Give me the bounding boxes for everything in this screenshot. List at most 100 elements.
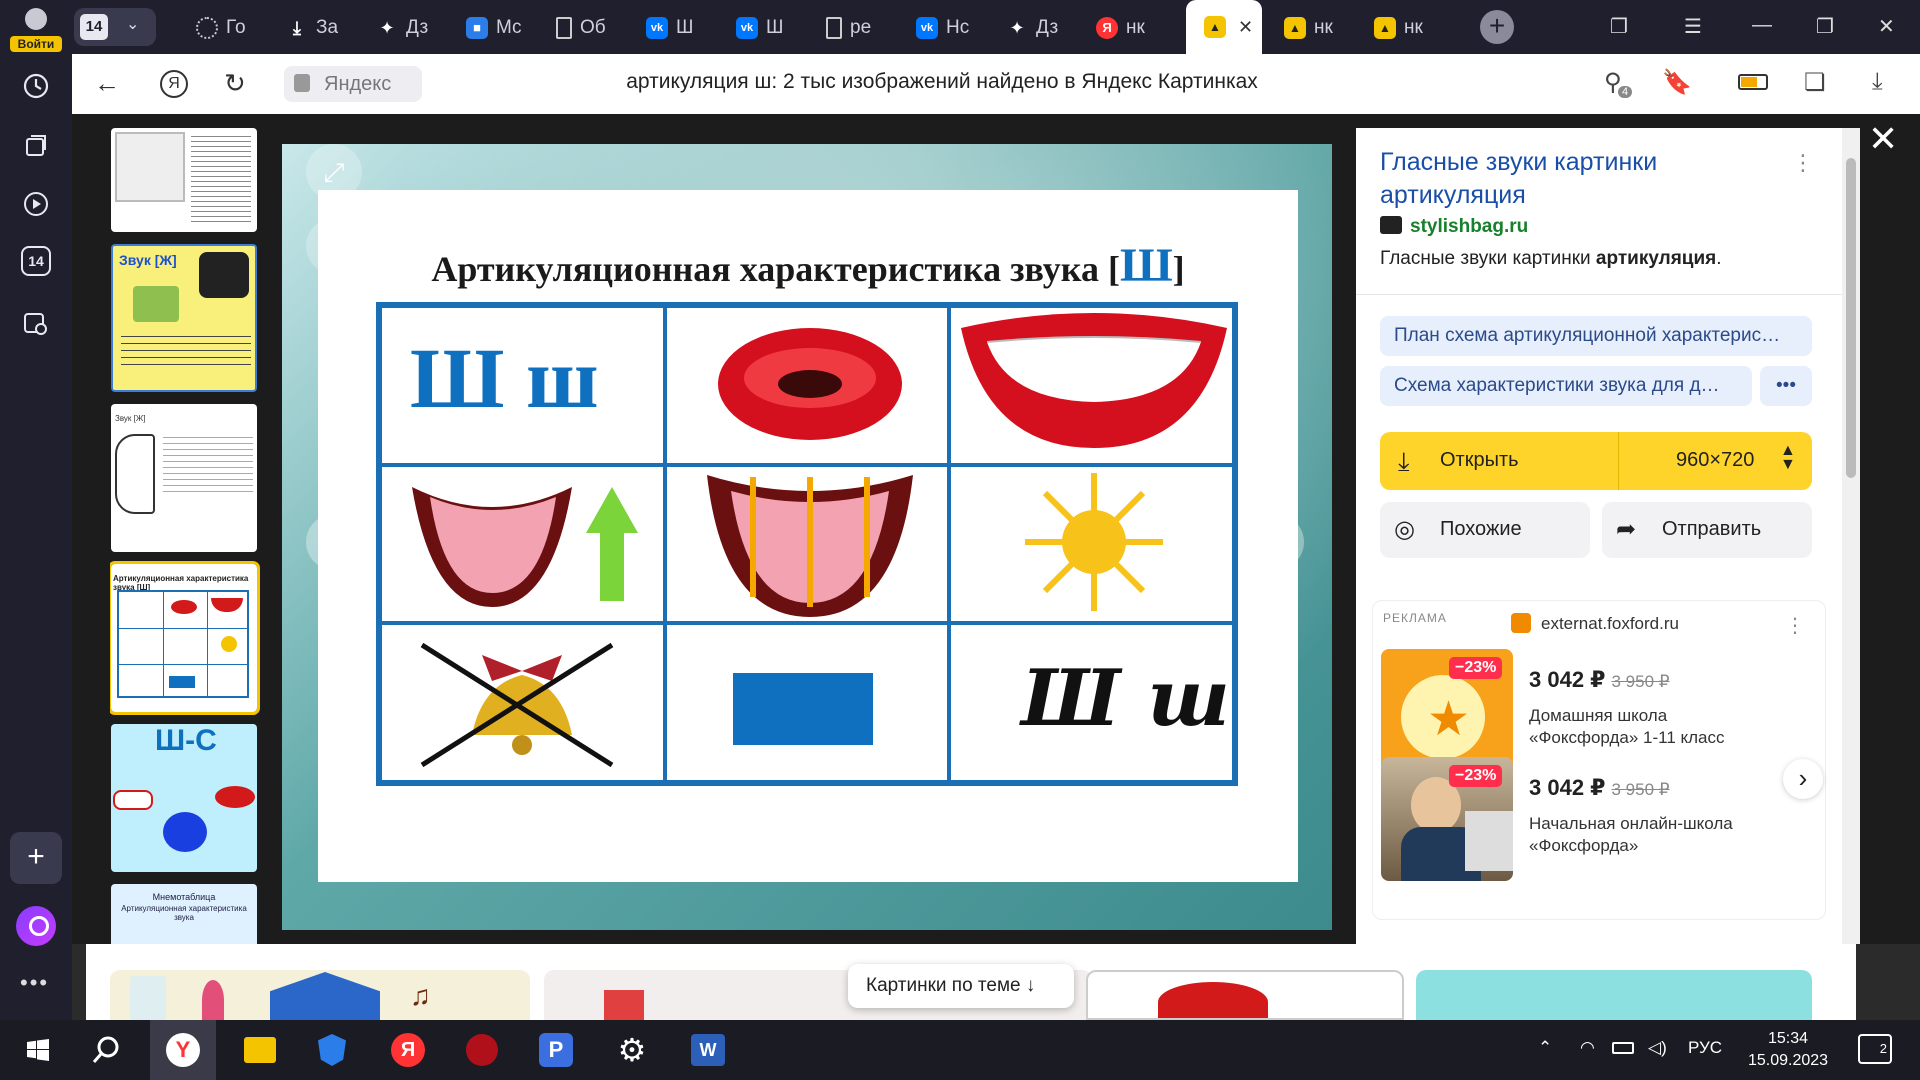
thumbnail-5[interactable]: Ш-С [111, 724, 257, 872]
tab-3[interactable]: ✦ Дз [376, 10, 440, 46]
tab-1[interactable]: Го [196, 10, 260, 46]
thumbnail-1[interactable] [111, 128, 257, 232]
site-pill[interactable]: Яндекс [284, 66, 422, 102]
tab-13[interactable]: ▲ нк [1374, 10, 1438, 46]
history-icon[interactable] [18, 68, 54, 104]
battery-icon[interactable] [1738, 74, 1768, 90]
menu-icon[interactable]: ☰ [1684, 14, 1702, 39]
volume-icon[interactable]: ◁) [1648, 1038, 1667, 1058]
tab-label: нк [1404, 17, 1423, 38]
tab-2[interactable]: ⤓ За [286, 10, 350, 46]
close-window-icon[interactable]: ✕ [1878, 14, 1895, 39]
p-app-icon[interactable]: P [536, 1030, 576, 1070]
crop-icon[interactable]: ⌗ [306, 218, 362, 274]
windows-start-icon[interactable] [18, 1030, 58, 1070]
bookmarks-panel-icon[interactable]: ❐ [1610, 14, 1628, 39]
language-indicator[interactable]: РУС [1688, 1038, 1722, 1058]
more-icon[interactable]: ••• [20, 970, 49, 996]
scrollbar[interactable] [1842, 128, 1860, 944]
cell-blue-rect [664, 623, 950, 782]
defender-icon[interactable] [312, 1030, 352, 1070]
yandex-icon[interactable]: Я [388, 1030, 428, 1070]
ad-more-icon[interactable]: ⋮ [1785, 613, 1805, 638]
tab-9[interactable]: vk Нс [916, 10, 980, 46]
ad-item-2[interactable]: −23% 3 042 ₽ 3 950 ₽ Начальная онлайн-шко… [1381, 757, 1811, 881]
file-explorer-icon[interactable] [240, 1030, 280, 1070]
related-tag-2[interactable]: Схема характеристики звука для д… [1380, 366, 1752, 406]
ad-item-1[interactable]: ★ −23% 3 042 ₽3 950 ₽ Домашняя школа «Фо… [1381, 649, 1811, 773]
play-icon[interactable] [18, 186, 54, 222]
document-icon [556, 16, 572, 39]
tab-12[interactable]: ▲ нк [1284, 10, 1348, 46]
related-tag-1[interactable]: План схема артикуляционной характерис… [1380, 316, 1812, 356]
page-title[interactable]: артикуляция ш: 2 тыс изображений найдено… [492, 70, 1392, 94]
search-icon[interactable] [86, 1030, 126, 1070]
yandex-browser-taskbar-icon[interactable]: Y [150, 1020, 216, 1080]
thumbnail-column: Звук [Ж] Звук [Ж] Артикуляционная характ… [110, 128, 260, 946]
alice-assistant-icon[interactable] [16, 906, 56, 946]
tab-10[interactable]: ✦ Дз [1006, 10, 1070, 46]
expand-icon[interactable]: ⤢ [306, 144, 362, 200]
cell-sun [949, 464, 1234, 624]
more-tags-button[interactable]: ••• [1760, 366, 1812, 406]
yandex-logo-icon[interactable]: Я [160, 70, 188, 98]
antivirus-icon[interactable] [462, 1030, 502, 1070]
tab-5[interactable]: Об [556, 10, 620, 46]
tab-11[interactable]: Янк [1096, 10, 1160, 46]
minimize-icon[interactable]: — [1752, 14, 1772, 37]
desc-text: Гласные звуки картинки [1380, 248, 1596, 269]
clock[interactable]: 15:34 15.09.2023 [1740, 1028, 1836, 1072]
wifi-icon[interactable]: ◠ [1580, 1038, 1595, 1058]
thumbnail-2[interactable]: Звук [Ж] [111, 244, 257, 392]
close-viewer-icon[interactable]: ✕ [1868, 118, 1898, 160]
collections-icon[interactable] [18, 128, 54, 164]
tab-active[interactable]: ▲ ✕ [1186, 0, 1262, 54]
tab-6[interactable]: vk Ш [646, 10, 710, 46]
new-tab-button[interactable]: + [1480, 10, 1514, 44]
thumbnail-6[interactable]: Мнемотаблица Артикуляционная характерист… [111, 884, 257, 946]
bookmark-icon[interactable]: 🔖 [1662, 68, 1692, 97]
tab-7[interactable]: vk Ш [736, 10, 800, 46]
cell-rounded-lips [664, 306, 950, 465]
scroll-thumb[interactable] [1846, 158, 1856, 478]
related-image-1[interactable]: ♫ [110, 970, 530, 1020]
related-image-4[interactable] [1416, 970, 1812, 1020]
thumbnail-3[interactable]: Звук [Ж] [111, 404, 257, 552]
more-vert-icon[interactable]: ⋮ [1792, 150, 1814, 176]
back-icon[interactable]: ← [94, 68, 120, 99]
tray-chevron-icon[interactable]: ⌃ [1538, 1038, 1552, 1058]
downloads-icon[interactable]: ⤓ [1872, 68, 1883, 96]
source-title-link[interactable]: Гласные звуки картинки артикуляция [1380, 146, 1780, 212]
thumbnail-4-selected[interactable]: Артикуляционная характеристика звука [Ш] [110, 561, 260, 715]
reload-icon[interactable]: ↻ [224, 68, 246, 99]
open-image-button[interactable]: ⤓ Открыть 960×720 ▲ ▼ [1380, 432, 1812, 490]
size-selector[interactable]: 960×720 [1676, 449, 1754, 472]
word-icon[interactable]: W [688, 1030, 728, 1070]
settings-gear-icon[interactable]: ⚙ [612, 1030, 652, 1070]
similar-button[interactable]: ◎ Похожие [1380, 502, 1590, 558]
share-button[interactable]: ➦ Отправить [1602, 502, 1812, 558]
next-image-button[interactable]: › [1248, 514, 1304, 570]
screenshot-icon[interactable] [18, 306, 54, 342]
related-topics-button[interactable]: Картинки по теме ↓ [848, 964, 1074, 1008]
source-site: stylishbag.ru [1410, 216, 1529, 237]
tab-4[interactable]: ■ Мс [466, 10, 530, 46]
cell-bell-crossed [380, 623, 665, 782]
tabs-count-icon[interactable]: 14 [21, 246, 51, 276]
collections-icon[interactable]: ❏ [1804, 68, 1826, 97]
login-button[interactable]: Войти [8, 6, 64, 52]
close-tab-icon[interactable]: ✕ [1238, 0, 1253, 54]
ad-domain[interactable]: externat.foxford.ru [1511, 613, 1679, 634]
notifications-icon[interactable]: 2 [1858, 1034, 1892, 1064]
tab-8[interactable]: ре [826, 10, 890, 46]
tab-counter[interactable]: 14 ⌄ [74, 8, 156, 46]
restore-icon[interactable]: ❐ [1816, 14, 1834, 39]
ad-next-button[interactable]: › [1783, 759, 1823, 799]
tab-label: Дз [1036, 17, 1059, 38]
tab-label: За [316, 17, 339, 38]
source-site-link[interactable]: stylishbag.ru [1380, 216, 1528, 238]
related-image-3[interactable] [1086, 970, 1404, 1020]
previous-image-button[interactable]: ‹ [306, 514, 362, 570]
battery-icon[interactable] [1612, 1042, 1634, 1054]
add-panel-button[interactable]: + [10, 832, 62, 884]
